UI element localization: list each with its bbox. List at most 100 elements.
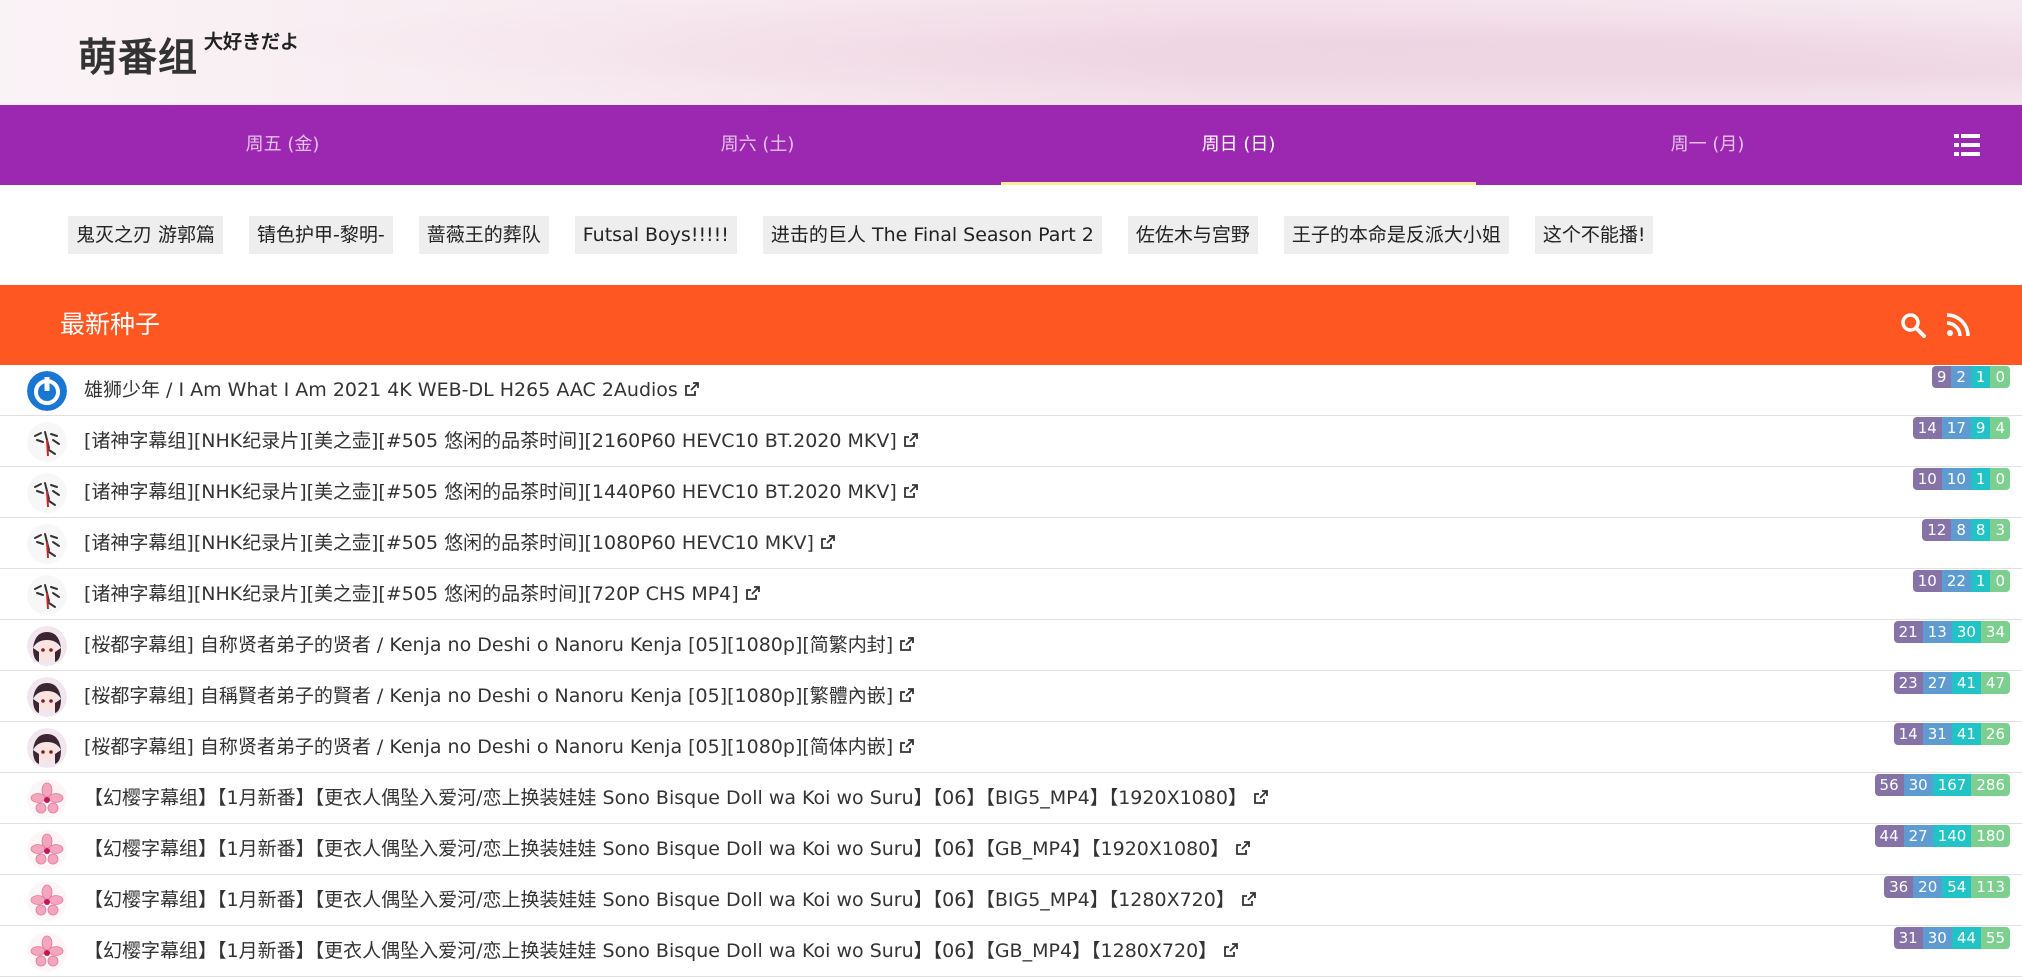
torrent-title[interactable]: 【幻樱字幕组】【1月新番】【更衣人偶坠入爱河/恋上换装娃娃 Sono Bisqu… — [84, 824, 1251, 874]
publisher-avatar[interactable] — [27, 422, 67, 462]
torrent-stats: 10 22 1 0 — [1912, 570, 2010, 592]
external-link-icon[interactable] — [745, 570, 761, 600]
publisher-avatar[interactable] — [27, 371, 67, 411]
torrent-row[interactable]: [诸神字幕组][NHK纪录片][美之壶][#505 悠闲的品茶时间][2160P… — [0, 416, 2022, 467]
torrent-title-text: [桜都字幕组] 自称贤者弟子的贤者 / Kenja no Deshi o Nan… — [84, 736, 894, 758]
stat-leechers: 12 — [1922, 519, 1952, 541]
torrent-title-text: 【幻樱字幕组】【1月新番】【更衣人偶坠入爱河/恋上换装娃娃 Sono Bisqu… — [84, 889, 1235, 911]
torrent-title[interactable]: [诸神字幕组][NHK纪录片][美之壶][#505 悠闲的品茶时间][1080P… — [84, 518, 836, 568]
stat-completed: 1 — [1970, 366, 1991, 388]
chip-bangumi[interactable]: 这个不能播! — [1534, 216, 1654, 254]
torrent-title[interactable]: 雄狮少年 / I Am What I Am 2021 4K WEB-DL H26… — [84, 365, 700, 415]
external-link-icon[interactable] — [903, 417, 919, 447]
stat-seeders: 17 — [1941, 417, 1971, 439]
external-link-icon[interactable] — [1223, 927, 1239, 957]
publisher-avatar[interactable] — [27, 677, 67, 717]
torrent-row[interactable]: 雄狮少年 / I Am What I Am 2021 4K WEB-DL H26… — [0, 365, 2022, 416]
torrent-row[interactable]: [诸神字幕组][NHK纪录片][美之壶][#505 悠闲的品茶时间][720P … — [0, 569, 2022, 620]
torrent-stats: 44 27 140 180 — [1874, 825, 2010, 847]
stat-seeders: 20 — [1913, 876, 1943, 898]
external-link-icon[interactable] — [1253, 774, 1269, 804]
torrent-title-text: 【幻樱字幕组】【1月新番】【更衣人偶坠入爱河/恋上换装娃娃 Sono Bisqu… — [84, 940, 1218, 962]
publisher-avatar[interactable] — [27, 932, 67, 972]
stat-downloads: 180 — [1971, 825, 2010, 847]
stat-downloads: 26 — [1980, 723, 2010, 745]
torrent-row[interactable]: 【幻樱字幕组】【1月新番】【更衣人偶坠入爱河/恋上换装娃娃 Sono Bisqu… — [0, 824, 2022, 875]
chip-bangumi[interactable]: 锖色护甲-黎明- — [249, 216, 393, 254]
torrent-stats: 10 10 1 0 — [1912, 468, 2010, 490]
torrent-title[interactable]: [诸神字幕组][NHK纪录片][美之壶][#505 悠闲的品茶时间][1440P… — [84, 467, 919, 517]
torrent-title[interactable]: [桜都字幕组] 自称贤者弟子的贤者 / Kenja no Deshi o Nan… — [84, 722, 915, 772]
stat-seeders: 2 — [1951, 366, 1971, 388]
stat-downloads: 34 — [1980, 621, 2010, 643]
torrent-row[interactable]: 【幻樱字幕组】【1月新番】【更衣人偶坠入爱河/恋上换装娃娃 Sono Bisqu… — [0, 926, 2022, 977]
torrent-title-text: 【幻樱字幕组】【1月新番】【更衣人偶坠入爱河/恋上换装娃娃 Sono Bisqu… — [84, 838, 1230, 860]
tab-saturday[interactable]: 周六 (土) — [520, 105, 995, 185]
stat-leechers: 14 — [1912, 417, 1942, 439]
stat-downloads: 286 — [1971, 774, 2010, 796]
torrent-title[interactable]: 【幻樱字幕组】【1月新番】【更衣人偶坠入爱河/恋上换装娃娃 Sono Bisqu… — [84, 875, 1257, 925]
stat-downloads: 4 — [1990, 417, 2010, 439]
torrent-title-text: [桜都字幕组] 自稱賢者弟子的賢者 / Kenja no Deshi o Nan… — [84, 685, 894, 707]
torrent-row[interactable]: [诸神字幕组][NHK纪录片][美之壶][#505 悠闲的品茶时间][1080P… — [0, 518, 2022, 569]
publisher-avatar[interactable] — [27, 779, 67, 819]
chip-bangumi[interactable]: 蔷薇王的葬队 — [418, 216, 549, 254]
publisher-avatar[interactable] — [27, 473, 67, 513]
torrent-title[interactable]: [桜都字幕组] 自称贤者弟子的贤者 / Kenja no Deshi o Nan… — [84, 620, 915, 670]
list-menu-icon[interactable] — [1954, 133, 1980, 157]
stat-completed: 167 — [1932, 774, 1972, 796]
chip-bangumi[interactable]: 鬼灭之刃 游郭篇 — [68, 216, 224, 254]
tab-monday[interactable]: 周一 (月) — [1470, 105, 1945, 185]
torrent-row[interactable]: 【幻樱字幕组】【1月新番】【更衣人偶坠入爱河/恋上换装娃娃 Sono Bisqu… — [0, 773, 2022, 824]
publisher-avatar[interactable] — [27, 626, 67, 666]
stat-leechers: 23 — [1893, 672, 1923, 694]
publisher-avatar[interactable] — [27, 575, 67, 615]
publisher-avatar[interactable] — [27, 830, 67, 870]
external-link-icon[interactable] — [1235, 825, 1251, 855]
chip-bangumi[interactable]: Futsal Boys!!!!! — [574, 216, 737, 254]
chip-bangumi[interactable]: 进击的巨人 The Final Season Part 2 — [762, 216, 1102, 254]
torrent-stats: 14 17 9 4 — [1912, 417, 2010, 439]
external-link-icon[interactable] — [899, 621, 915, 651]
latest-torrents-bar: 最新种子 — [0, 285, 2022, 365]
search-icon[interactable] — [1900, 312, 1926, 338]
stat-completed: 9 — [1970, 417, 1991, 439]
site-header: 萌番组 大好きだよ — [0, 0, 2022, 105]
stat-leechers: 21 — [1893, 621, 1923, 643]
external-link-icon[interactable] — [899, 672, 915, 702]
torrent-row[interactable]: [桜都字幕组] 自称贤者弟子的贤者 / Kenja no Deshi o Nan… — [0, 722, 2022, 773]
external-link-icon[interactable] — [903, 468, 919, 498]
external-link-icon[interactable] — [1241, 876, 1257, 906]
tab-friday[interactable]: 周五 (金) — [45, 105, 520, 185]
torrent-stats: 14 31 41 26 — [1893, 723, 2010, 745]
torrent-title[interactable]: 【幻樱字幕组】【1月新番】【更衣人偶坠入爱河/恋上换装娃娃 Sono Bisqu… — [84, 926, 1239, 976]
torrent-row[interactable]: [诸神字幕组][NHK纪录片][美之壶][#505 悠闲的品茶时间][1440P… — [0, 467, 2022, 518]
torrent-row[interactable]: [桜都字幕组] 自称贤者弟子的贤者 / Kenja no Deshi o Nan… — [0, 620, 2022, 671]
torrent-title[interactable]: 【幻樱字幕组】【1月新番】【更衣人偶坠入爱河/恋上换装娃娃 Sono Bisqu… — [84, 773, 1269, 823]
stat-leechers: 31 — [1893, 927, 1923, 949]
publisher-avatar[interactable] — [27, 728, 67, 768]
torrent-stats: 36 20 54 113 — [1884, 876, 2010, 898]
torrent-row[interactable]: 【幻樱字幕组】【1月新番】【更衣人偶坠入爱河/恋上换装娃娃 Sono Bisqu… — [0, 875, 2022, 926]
publisher-avatar[interactable] — [27, 524, 67, 564]
torrent-stats: 23 27 41 47 — [1893, 672, 2010, 694]
external-link-icon[interactable] — [899, 723, 915, 753]
tab-sunday[interactable]: 周日 (日) — [1001, 105, 1476, 185]
torrent-title-text: 【幻樱字幕组】【1月新番】【更衣人偶坠入爱河/恋上换装娃娃 Sono Bisqu… — [84, 787, 1247, 809]
torrent-title[interactable]: [诸神字幕组][NHK纪录片][美之壶][#505 悠闲的品茶时间][2160P… — [84, 416, 919, 466]
torrent-title[interactable]: [桜都字幕组] 自稱賢者弟子的賢者 / Kenja no Deshi o Nan… — [84, 671, 915, 721]
external-link-icon[interactable] — [684, 366, 700, 396]
rss-icon[interactable] — [1946, 313, 1970, 337]
bangumi-chips: 鬼灭之刃 游郭篇 锖色护甲-黎明- 蔷薇王的葬队 Futsal Boys!!!!… — [68, 216, 1654, 254]
stat-downloads: 3 — [1990, 519, 2010, 541]
publisher-avatar[interactable] — [27, 881, 67, 921]
torrent-title[interactable]: [诸神字幕组][NHK纪录片][美之壶][#505 悠闲的品茶时间][720P … — [84, 569, 761, 619]
external-link-icon[interactable] — [820, 519, 836, 549]
stat-leechers: 44 — [1874, 825, 1904, 847]
chip-bangumi[interactable]: 佐佐木与宫野 — [1127, 216, 1258, 254]
chip-bangumi[interactable]: 王子的本命是反派大小姐 — [1283, 216, 1509, 254]
section-title: 最新种子 — [60, 310, 161, 339]
torrent-row[interactable]: [桜都字幕组] 自稱賢者弟子的賢者 / Kenja no Deshi o Nan… — [0, 671, 2022, 722]
site-logo[interactable]: 萌番组 大好きだよ — [78, 27, 299, 83]
stat-leechers: 9 — [1931, 366, 1952, 388]
